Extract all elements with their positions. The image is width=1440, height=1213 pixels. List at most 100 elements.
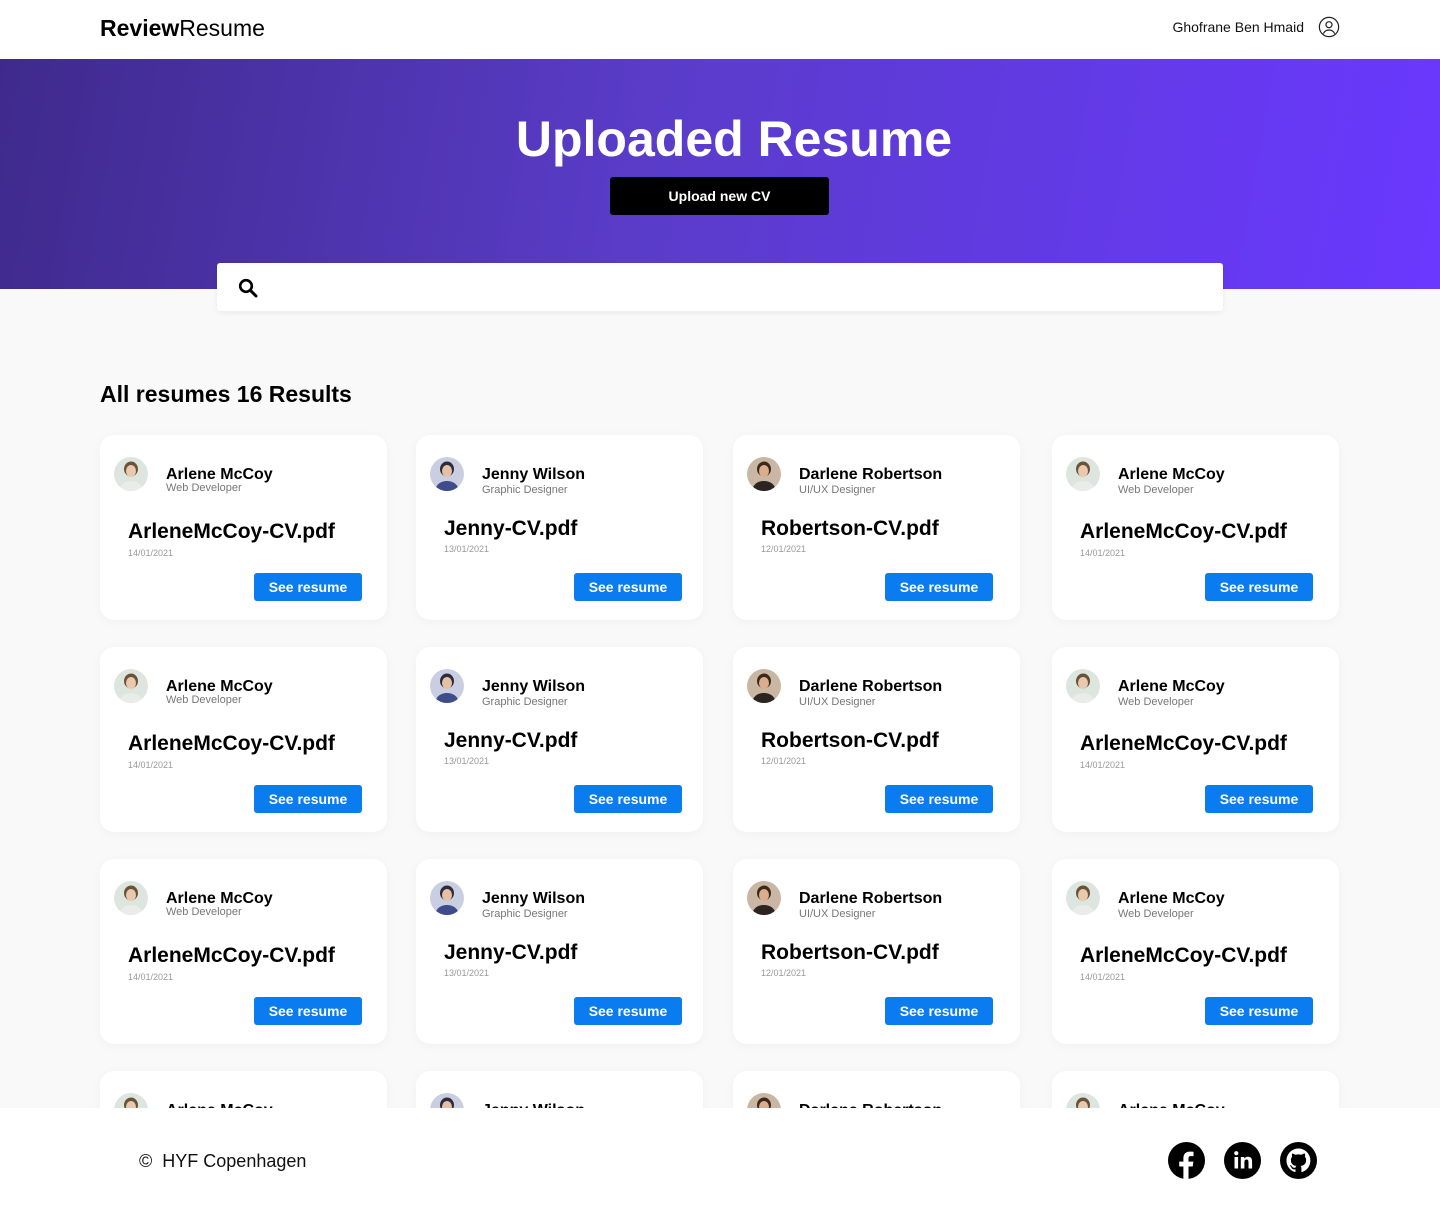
- page-title: Uploaded Resume: [515, 111, 953, 167]
- resume-file-name: ArleneMcCoy-CV.pdf: [1080, 520, 1287, 543]
- search-bar: [217, 263, 1223, 311]
- facebook-icon[interactable]: [1168, 1142, 1205, 1179]
- candidate-name: Arlene McCoy: [1118, 678, 1225, 695]
- avatar: [114, 457, 148, 491]
- resume-card: Arlene McCoy Web Developer ArleneMcCoy-CV.…: [100, 859, 387, 1044]
- upload-cv-button[interactable]: Upload new CV: [610, 177, 829, 215]
- candidate-name: Jenny Wilson: [482, 678, 585, 695]
- avatar: [747, 881, 781, 915]
- social-links: [1168, 1142, 1317, 1179]
- resume-card: Darlene Robertson UI/UX Designer Robertson…: [733, 859, 1020, 1044]
- candidate-role: UI/UX Designer: [799, 908, 876, 920]
- search-icon[interactable]: [238, 278, 258, 298]
- user-menu[interactable]: Ghofrane Ben Hmaid: [1172, 16, 1340, 38]
- see-resume-button[interactable]: See resume: [1205, 785, 1313, 813]
- resume-file-name: Robertson-CV.pdf: [761, 517, 939, 540]
- upload-date: 14/01/2021: [128, 760, 174, 770]
- resume-card: Arlene McCoy Web Developer ArleneMcCoy-CV.…: [1052, 859, 1339, 1044]
- resume-card: Arlene McCoy Web Developer ArleneMcCoy-CV.…: [1052, 647, 1339, 832]
- upload-date: 12/01/2021: [761, 968, 807, 978]
- logo[interactable]: ReviewResume: [100, 14, 265, 42]
- upload-date: 14/01/2021: [1080, 548, 1126, 558]
- avatar: [114, 669, 148, 703]
- candidate-role: Web Developer: [166, 482, 242, 494]
- resume-file-name: ArleneMcCoy-CV.pdf: [1080, 732, 1287, 755]
- resume-card: Jenny Wilson Graphic Designer Jenny-CV.pdf…: [416, 647, 703, 832]
- resume-file-name: Jenny-CV.pdf: [444, 941, 578, 964]
- candidate-role: Graphic Designer: [482, 908, 568, 920]
- resume-file-name: Robertson-CV.pdf: [761, 941, 939, 964]
- resume-file-name: Robertson-CV.pdf: [761, 729, 939, 752]
- logo-bold-text: Review: [100, 15, 180, 41]
- resume-card: Darlene Robertson UI/UX Designer Robertson…: [733, 435, 1020, 620]
- candidate-role: Web Developer: [1118, 908, 1194, 920]
- candidate-role: Web Developer: [166, 694, 242, 706]
- logo-regular-text: Resume: [179, 15, 265, 41]
- results-title: All resumes 16 Results: [100, 381, 352, 407]
- see-resume-button[interactable]: See resume: [1205, 573, 1313, 601]
- avatar: [114, 881, 148, 915]
- top-navbar: ReviewResume Ghofrane Ben Hmaid: [0, 0, 1440, 59]
- candidate-name: Darlene Robertson: [799, 466, 943, 483]
- see-resume-button[interactable]: See resume: [885, 997, 993, 1025]
- upload-date: 13/01/2021: [444, 968, 490, 978]
- upload-date: 12/01/2021: [761, 544, 807, 554]
- candidate-role: Graphic Designer: [482, 484, 568, 496]
- see-resume-button[interactable]: See resume: [574, 785, 682, 813]
- candidate-name: Arlene McCoy: [1118, 890, 1225, 907]
- upload-date: 14/01/2021: [128, 548, 174, 558]
- avatar: [747, 457, 781, 491]
- avatar: [1066, 669, 1100, 703]
- avatar: [1066, 457, 1100, 491]
- candidate-name: Jenny Wilson: [482, 466, 585, 483]
- candidate-name: Jenny Wilson: [482, 890, 585, 907]
- resume-file-name: ArleneMcCoy-CV.pdf: [128, 732, 335, 755]
- resume-card: Darlene Robertson UI/UX Designer Robertson…: [733, 647, 1020, 832]
- candidate-name: Darlene Robertson: [799, 890, 943, 907]
- upload-date: 14/01/2021: [1080, 760, 1126, 770]
- candidate-role: Web Developer: [1118, 484, 1194, 496]
- resume-card: Arlene McCoy Web Developer ArleneMcCoy-CV.…: [1052, 435, 1339, 620]
- upload-date: 12/01/2021: [761, 756, 807, 766]
- candidate-role: UI/UX Designer: [799, 484, 876, 496]
- resume-file-name: ArleneMcCoy-CV.pdf: [128, 520, 335, 543]
- see-resume-button[interactable]: See resume: [574, 573, 682, 601]
- user-circle-icon[interactable]: [1318, 16, 1340, 38]
- candidate-role: UI/UX Designer: [799, 696, 876, 708]
- copyright-symbol: ©: [139, 1151, 153, 1171]
- resume-file-name: ArleneMcCoy-CV.pdf: [128, 944, 335, 967]
- user-name: Ghofrane Ben Hmaid: [1172, 19, 1304, 35]
- hero-banner: Uploaded Resume Upload new CV: [0, 59, 1440, 289]
- github-icon[interactable]: [1280, 1142, 1317, 1179]
- resume-card: Jenny Wilson Graphic Designer Jenny-CV.pdf…: [416, 435, 703, 620]
- see-resume-button[interactable]: See resume: [885, 785, 993, 813]
- copyright-text: HYF Copenhagen: [162, 1151, 307, 1171]
- resume-file-name: Jenny-CV.pdf: [444, 517, 578, 540]
- see-resume-button[interactable]: See resume: [254, 573, 362, 601]
- resume-file-name: Jenny-CV.pdf: [444, 729, 578, 752]
- footer: © HYF Copenhagen: [0, 1108, 1440, 1213]
- avatar: [430, 881, 464, 915]
- candidate-role: Web Developer: [166, 906, 242, 918]
- see-resume-button[interactable]: See resume: [885, 573, 993, 601]
- avatar: [747, 669, 781, 703]
- see-resume-button[interactable]: See resume: [254, 785, 362, 813]
- resume-card: Arlene McCoy Web Developer ArleneMcCoy-CV.…: [100, 647, 387, 832]
- upload-date: 14/01/2021: [128, 972, 174, 982]
- candidate-role: Graphic Designer: [482, 696, 568, 708]
- see-resume-button[interactable]: See resume: [254, 997, 362, 1025]
- linkedin-icon[interactable]: [1224, 1142, 1261, 1179]
- candidate-name: Darlene Robertson: [799, 678, 943, 695]
- avatar: [430, 457, 464, 491]
- avatar: [1066, 881, 1100, 915]
- upload-date: 13/01/2021: [444, 544, 490, 554]
- resume-file-name: ArleneMcCoy-CV.pdf: [1080, 944, 1287, 967]
- upload-date: 13/01/2021: [444, 756, 490, 766]
- search-input[interactable]: [273, 271, 1203, 303]
- upload-date: 14/01/2021: [1080, 972, 1126, 982]
- see-resume-button[interactable]: See resume: [1205, 997, 1313, 1025]
- resume-card: Jenny Wilson Graphic Designer Jenny-CV.pdf…: [416, 859, 703, 1044]
- candidate-name: Arlene McCoy: [1118, 466, 1225, 483]
- see-resume-button[interactable]: See resume: [574, 997, 682, 1025]
- candidate-role: Web Developer: [1118, 696, 1194, 708]
